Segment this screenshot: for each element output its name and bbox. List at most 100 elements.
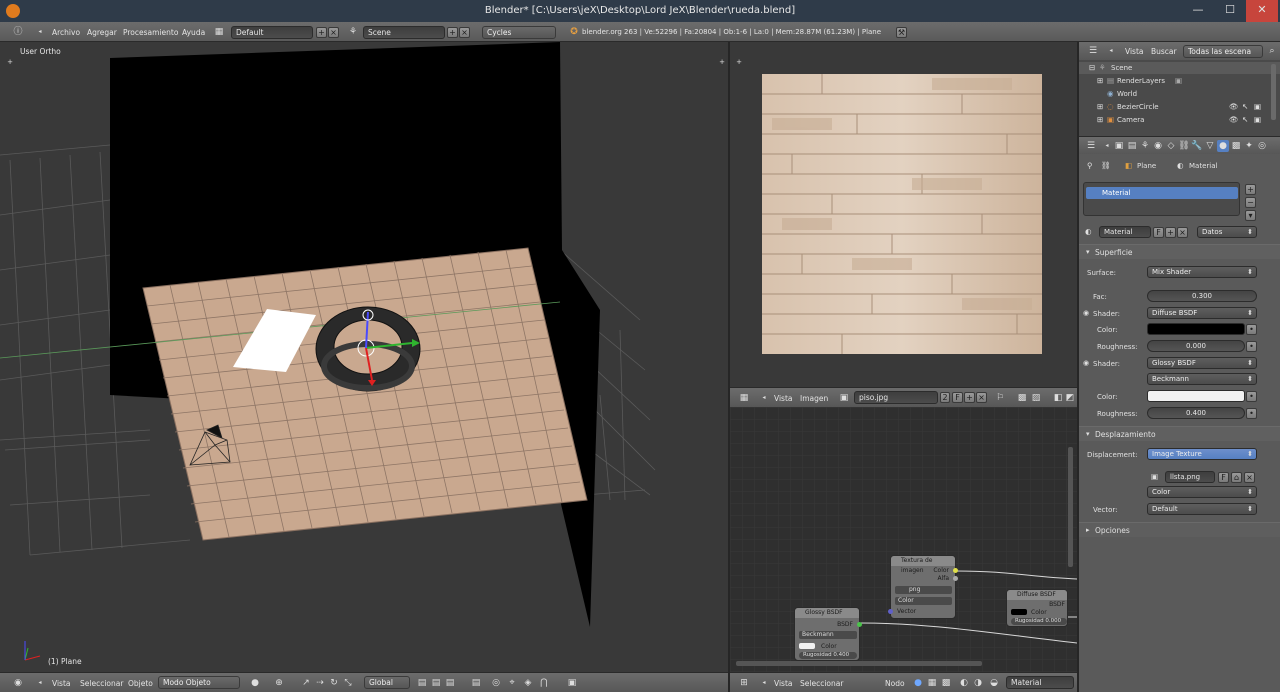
outliner-expand-icon[interactable]: ⊟ (1089, 63, 1095, 72)
viewport-plus-icon[interactable]: + (4, 56, 16, 68)
color2-link-button[interactable]: • (1246, 391, 1257, 402)
outliner-item-scene[interactable]: Scene (1111, 64, 1132, 72)
screen-layout-field[interactable]: Default (231, 26, 313, 39)
rough2-link-button[interactable]: • (1246, 408, 1257, 419)
render-preview-icon[interactable]: ▣ (566, 677, 578, 689)
image-open-button[interactable]: ⌂ (1231, 472, 1242, 483)
composite-nodes-icon[interactable]: ▦ (926, 677, 938, 689)
material-icon[interactable]: ◐ (958, 677, 970, 689)
collapse-menu-icon[interactable]: ◂ (758, 392, 770, 404)
diffuse-color-swatch[interactable] (1011, 609, 1027, 615)
mode-select[interactable]: Modo Objeto (158, 676, 240, 689)
image-name-field[interactable]: piso.jpg (854, 391, 938, 404)
surface-select[interactable]: Mix Shader (1147, 266, 1257, 278)
render-engine-select[interactable]: Cycles (482, 26, 556, 39)
remove-scene-button[interactable]: × (459, 27, 470, 38)
proportional-icon[interactable]: ◎ (490, 677, 502, 689)
image-texture-image-field[interactable]: png (895, 586, 952, 594)
outliner-expand-icon[interactable]: ⊞ (1097, 115, 1103, 124)
editor-type-properties-icon[interactable]: ☰ (1085, 140, 1097, 152)
vector-socket[interactable] (888, 609, 893, 614)
image-fake-user-button[interactable]: F (952, 392, 963, 403)
add-screen-button[interactable]: + (316, 27, 327, 38)
image-texture-node[interactable]: Textura de imagen Color Alfa png Color V… (888, 555, 958, 619)
outliner-item-world[interactable]: World (1117, 90, 1137, 98)
search-icon[interactable]: ⌕ (1266, 45, 1278, 57)
editor-type-outliner-icon[interactable]: ☰ (1087, 45, 1099, 57)
layers-icon[interactable]: ▤ (416, 677, 428, 689)
outliner-scrollbar[interactable] (1271, 64, 1276, 120)
data-tab-icon[interactable]: ▽ (1204, 140, 1216, 152)
glossy-node[interactable]: Glossy BSDF BSDF Beckmann Color Rugosida… (794, 607, 862, 661)
glossy-color-swatch[interactable] (799, 643, 815, 649)
editor-type-image-icon[interactable]: ▦ (738, 392, 750, 404)
collapse-menu-icon[interactable]: ◂ (34, 677, 46, 689)
menu-agregar[interactable]: Agregar (87, 28, 117, 37)
pivot-icon[interactable]: ⊕ (273, 677, 285, 689)
image-browse-icon[interactable]: ▣ (1151, 472, 1158, 481)
displacement-panel-header[interactable]: ▾ Desplazamiento (1079, 426, 1280, 441)
diffuse-node[interactable]: Diffuse BSDF BSDF Color Rugosidad 0.000 (1006, 589, 1068, 627)
collapse-menu-icon[interactable]: ◂ (1105, 45, 1117, 57)
rough1-link-button[interactable]: • (1246, 341, 1257, 352)
color1-swatch[interactable] (1147, 323, 1245, 335)
manipulator-icon[interactable]: ↗ (300, 677, 312, 689)
displacement-select[interactable]: Image Texture (1147, 448, 1257, 460)
bsdf-socket[interactable] (857, 622, 862, 627)
displacement-image-field[interactable]: llsta.png (1165, 471, 1215, 483)
menu-vista[interactable]: Vista (774, 679, 793, 688)
surface-panel-header[interactable]: ▾ Superficie (1079, 244, 1280, 259)
pin-icon[interactable]: ⚲ (1087, 161, 1093, 170)
rough1-slider[interactable]: 0.000 (1147, 340, 1245, 352)
material-slot-list[interactable]: Material (1083, 182, 1240, 216)
render-camera-icon[interactable]: ▣ (1254, 115, 1261, 124)
menu-archivo[interactable]: Archivo (52, 28, 80, 37)
node-editor[interactable]: Textura de imagen Color Alfa png Color V… (730, 407, 1077, 672)
alpha-socket[interactable] (953, 576, 958, 581)
image-new-button[interactable]: + (964, 392, 975, 403)
scene-field[interactable]: Scene (363, 26, 445, 39)
close-button[interactable]: ✕ (1246, 0, 1278, 22)
collapse-menu-icon[interactable]: ◂ (1101, 140, 1113, 152)
remove-screen-button[interactable]: × (328, 27, 339, 38)
snap-target-icon[interactable]: ◈ (522, 677, 534, 689)
shader-nodes-icon[interactable]: ● (912, 677, 924, 689)
distribution-select[interactable]: Beckmann (1147, 373, 1257, 385)
shader2-select[interactable]: Glossy BSDF (1147, 357, 1257, 369)
scene-tab-icon[interactable]: ⚘ (1139, 140, 1151, 152)
material-slot-icon[interactable]: ◒ (988, 677, 1000, 689)
magnet-icon[interactable]: ⋂ (538, 677, 550, 689)
menu-seleccionar[interactable]: Seleccionar (80, 679, 123, 688)
editor-type-node-icon[interactable]: ⊞ (738, 677, 750, 689)
maximize-button[interactable]: ☐ (1214, 0, 1246, 22)
material-new-button[interactable]: + (1165, 227, 1176, 238)
collapse-menu-icon[interactable]: ◂ (34, 26, 46, 38)
menu-imagen[interactable]: Imagen (800, 394, 828, 403)
minimize-button[interactable]: — (1182, 0, 1214, 22)
visibility-eye-icon[interactable]: 👁 (1229, 115, 1239, 124)
diffuse-roughness[interactable]: Rugosidad 0.000 (1011, 618, 1067, 625)
display-channel-icon[interactable]: ◧ (1052, 392, 1064, 404)
outliner-menu-buscar[interactable]: Buscar (1151, 47, 1177, 56)
viewport-toolshelf-icon[interactable]: + (716, 56, 728, 68)
slot-menu-button[interactable]: ▾ (1245, 210, 1256, 221)
material-unlink-button[interactable]: × (1177, 227, 1188, 238)
constraints-tab-icon[interactable]: ⛓ (1178, 140, 1190, 152)
outliner-menu-vista[interactable]: Vista (1125, 47, 1144, 56)
layers-icon-2[interactable]: ▤ (430, 677, 442, 689)
outliner-item-beziercircle[interactable]: BezierCircle (1117, 103, 1159, 111)
select-arrow-icon[interactable]: ↖ (1242, 115, 1248, 124)
fac-slider[interactable]: 0.300 (1147, 290, 1257, 302)
image-unlink-button[interactable]: × (976, 392, 987, 403)
add-scene-button[interactable]: + (447, 27, 458, 38)
rough2-slider[interactable]: 0.400 (1147, 407, 1245, 419)
render-tab-icon[interactable]: ▣ (1113, 140, 1125, 152)
object-tab-icon[interactable]: ◇ (1165, 140, 1177, 152)
material-name-field[interactable]: Material (1099, 226, 1151, 238)
browse-material-icon[interactable]: ◑ (972, 677, 984, 689)
image-browse-icon[interactable]: ▣ (838, 392, 850, 404)
scene-icon[interactable]: ⚘ (347, 26, 359, 38)
node-material-field[interactable]: Material (1006, 676, 1074, 689)
add-slot-button[interactable]: + (1245, 184, 1256, 195)
visibility-eye-icon[interactable]: 👁 (1229, 102, 1239, 111)
